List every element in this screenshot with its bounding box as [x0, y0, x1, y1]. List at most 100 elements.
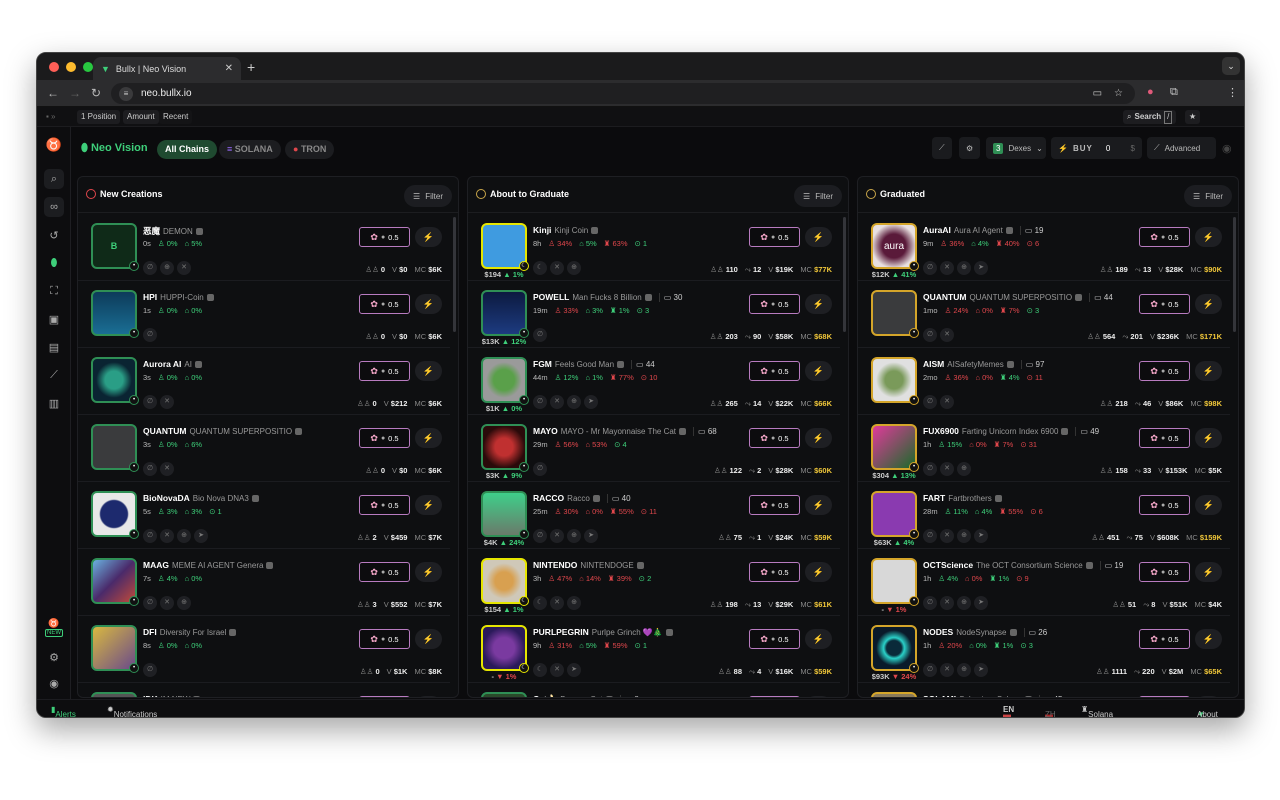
link-icon[interactable]: ∅: [143, 663, 157, 677]
filter-button[interactable]: ☰Filter: [1184, 185, 1232, 207]
link-icon[interactable]: ∅: [143, 596, 157, 610]
x-icon[interactable]: ✕: [940, 663, 954, 677]
link-icon[interactable]: ∅: [923, 663, 937, 677]
link-icon[interactable]: ∅: [533, 328, 547, 342]
instant-buy-button[interactable]: ⚡: [1195, 495, 1222, 515]
recent-toggle[interactable]: Recent: [159, 110, 192, 124]
quick-buy-button[interactable]: ✿●0.5: [749, 696, 800, 698]
x-icon[interactable]: ✕: [550, 261, 564, 275]
token-ticker[interactable]: POWELL: [533, 292, 569, 302]
quick-buy-button[interactable]: ✿●0.5: [749, 629, 800, 649]
chain-solana[interactable]: ≡ SOLANA: [219, 140, 281, 159]
link-icon[interactable]: ∅: [143, 529, 157, 543]
token-ticker[interactable]: AISM: [923, 359, 944, 369]
telegram-icon[interactable]: ➤: [974, 663, 988, 677]
close-window-button[interactable]: [49, 62, 59, 72]
instant-buy-button[interactable]: ⚡: [1195, 428, 1222, 448]
token-ticker[interactable]: OCTScience: [923, 560, 973, 570]
token-ticker[interactable]: PURLPEGRIN: [533, 627, 589, 637]
quick-buy-button[interactable]: ✿●0.5: [749, 294, 800, 314]
quick-buy-button[interactable]: ✿●0.5: [749, 428, 800, 448]
quick-buy-button[interactable]: ✿●0.5: [749, 562, 800, 582]
instant-buy-button[interactable]: ⚡: [415, 227, 442, 247]
moon-icon[interactable]: ☾: [533, 596, 547, 610]
token-row[interactable]: • BioNovaDA Bio Nova DNA3 5s ♙ 3%⌂ 3%⊙ 1…: [78, 482, 450, 549]
scrollbar[interactable]: [453, 217, 456, 332]
quick-buy-button[interactable]: ✿●0.5: [359, 227, 410, 247]
x-icon[interactable]: ✕: [160, 596, 174, 610]
token-ticker[interactable]: SOLAMI: [923, 694, 956, 698]
quick-buy-button[interactable]: ✿●0.5: [1139, 227, 1190, 247]
instant-buy-button[interactable]: ⚡: [805, 629, 832, 649]
copy-icon[interactable]: [207, 294, 214, 301]
chart-toggle-button[interactable]: ⟋: [932, 137, 952, 159]
neo-vision-pill-icon[interactable]: ⬮: [44, 253, 64, 273]
globe-icon[interactable]: ⊕: [957, 462, 971, 476]
globe-icon[interactable]: ⊕: [957, 261, 971, 275]
link-icon[interactable]: ∅: [533, 462, 547, 476]
tab-search-button[interactable]: ⌄: [1222, 57, 1240, 75]
quick-buy-button[interactable]: ✿●0.5: [749, 227, 800, 247]
copy-icon[interactable]: [252, 495, 259, 502]
token-row[interactable]: • HPI HUPPI-Coin 1s ♙ 0%⌂ 0% ∅ ✿●0.5 ⚡: [78, 281, 450, 348]
x-icon[interactable]: ✕: [940, 261, 954, 275]
instant-buy-button[interactable]: ⚡: [415, 294, 442, 314]
globe-icon[interactable]: ⊕: [160, 261, 174, 275]
quick-buy-button[interactable]: ✿●0.5: [359, 629, 410, 649]
token-ticker[interactable]: FGM: [533, 359, 552, 369]
globe-icon[interactable]: ⊕: [567, 395, 581, 409]
instant-buy-button[interactable]: ⚡: [1195, 696, 1222, 698]
instant-buy-button[interactable]: ⚡: [415, 495, 442, 515]
copy-icon[interactable]: [195, 361, 202, 368]
copy-icon[interactable]: [1007, 361, 1014, 368]
link-icon[interactable]: ∅: [533, 529, 547, 543]
instant-buy-button[interactable]: ⚡: [805, 428, 832, 448]
x-icon[interactable]: ✕: [550, 663, 564, 677]
forward-icon[interactable]: →: [69, 86, 81, 100]
globe-icon[interactable]: ⊕: [567, 596, 581, 610]
token-row[interactable]: ☾ - ▼ 1% PURLPEGRIN Purlpe Grinch 💜🎄 9h …: [468, 616, 840, 683]
token-ticker[interactable]: NODES: [923, 627, 953, 637]
quick-buy-button[interactable]: ✿●0.5: [1139, 294, 1190, 314]
scrollbar[interactable]: [843, 217, 846, 332]
alerts-button[interactable]: ▮ Alerts: [51, 705, 55, 714]
token-avatar[interactable]: [871, 692, 917, 698]
chain-all-chains[interactable]: All Chains: [157, 140, 217, 159]
x-icon[interactable]: ✕: [940, 328, 954, 342]
link-icon[interactable]: ∅: [533, 395, 547, 409]
copy-icon[interactable]: [666, 629, 673, 636]
quick-buy-button[interactable]: ✿●0.5: [359, 562, 410, 582]
x-icon[interactable]: ✕: [160, 462, 174, 476]
token-row[interactable]: • QUANTUM QUANTUM SUPERPOSITIO ▭ 44 1mo …: [858, 281, 1230, 348]
maximize-window-button[interactable]: [83, 62, 93, 72]
token-row[interactable]: • $304 ▲ 13% FUX6900 Farting Unicorn Ind…: [858, 415, 1230, 482]
bullx-logo-icon[interactable]: ♉: [44, 135, 64, 155]
address-bar[interactable]: ≡ neo.bullx.io ▭☆: [111, 83, 1135, 104]
x-icon[interactable]: ✕: [940, 529, 954, 543]
settings-button[interactable]: ⚙: [959, 137, 980, 159]
link-icon[interactable]: ∅: [923, 529, 937, 543]
instant-buy-button[interactable]: ⚡: [1195, 562, 1222, 582]
link-icon[interactable]: ∅: [923, 395, 937, 409]
token-row[interactable]: ☾ $194 ▲ 1% Kinji Kinji Coin 8h ♙ 34%⌂ 5…: [468, 214, 840, 281]
token-row[interactable]: • $93K ▼ 24% NODES NodeSynapse ▭ 26 1h ♙…: [858, 616, 1230, 683]
telegram-icon[interactable]: ➤: [584, 395, 598, 409]
filter-button[interactable]: ☰Filter: [404, 185, 452, 207]
reload-icon[interactable]: ↻: [91, 86, 101, 100]
link-icon[interactable]: ∅: [923, 328, 937, 342]
favorites-star-icon[interactable]: ★: [1185, 110, 1200, 124]
quick-buy-button[interactable]: ✿●0.5: [359, 696, 410, 698]
x-icon[interactable]: ✕: [160, 529, 174, 543]
telegram-icon[interactable]: ➤: [974, 596, 988, 610]
browser-tab[interactable]: ▼ Bullx | Neo Vision ✕: [93, 57, 241, 80]
chain-tron[interactable]: ● TRON: [285, 140, 334, 159]
copy-icon[interactable]: [1086, 562, 1093, 569]
quick-buy-button[interactable]: ✿●0.5: [1139, 562, 1190, 582]
token-row[interactable]: • MAAG MEME AI AGENT Genera 7s ♙ 4%⌂ 0% …: [78, 549, 450, 616]
quick-buy-control[interactable]: ⚡ BUY 0 $: [1051, 137, 1142, 159]
link-icon[interactable]: ∅: [143, 395, 157, 409]
instant-buy-button[interactable]: ⚡: [415, 629, 442, 649]
telegram-icon[interactable]: ➤: [567, 663, 581, 677]
chart-icon[interactable]: ⟋: [44, 365, 64, 385]
bribe-updates-link[interactable]: ♜ Solana Live Bribe Updates: [1081, 705, 1088, 714]
